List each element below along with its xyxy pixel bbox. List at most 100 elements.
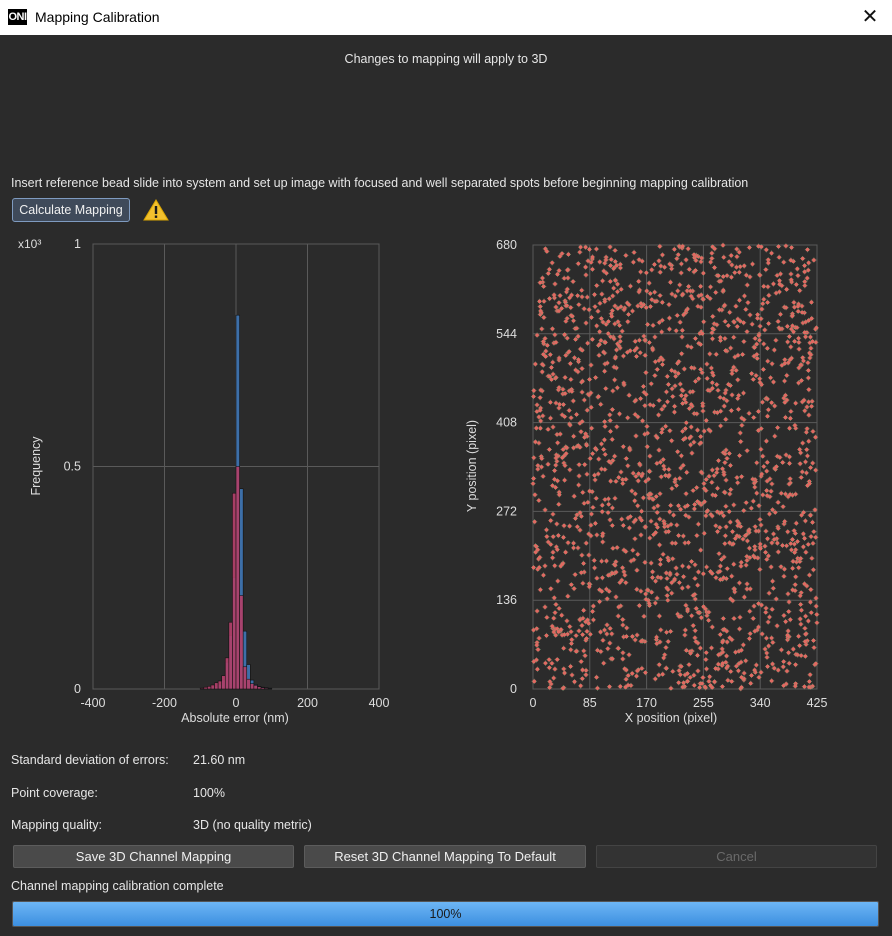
scatter-point	[710, 571, 714, 576]
reset-mapping-button[interactable]: Reset 3D Channel Mapping To Default	[304, 845, 586, 868]
scatter-point	[692, 683, 697, 688]
scatter-point	[655, 461, 659, 466]
scatter-point	[639, 301, 643, 306]
scatter-point	[616, 319, 620, 324]
scatter-point	[679, 453, 684, 458]
scatter-point	[766, 644, 771, 648]
scatter-point	[754, 491, 759, 495]
scatter-point	[570, 673, 574, 677]
scatter-point	[754, 529, 758, 533]
scatter-point	[744, 273, 749, 277]
scatter-point	[613, 563, 617, 568]
scatter-point	[768, 375, 773, 380]
scatter-point	[772, 404, 777, 408]
scatter-point	[569, 629, 573, 634]
scatter-point	[619, 287, 624, 292]
scatter-point	[627, 393, 631, 398]
scatter-point	[735, 247, 739, 251]
scatter-point	[699, 256, 704, 260]
scatter-point	[578, 684, 583, 688]
scatter-point	[763, 647, 767, 651]
calculate-mapping-button[interactable]: Calculate Mapping	[12, 198, 130, 222]
scatter-point	[765, 414, 770, 419]
scatter-point	[617, 412, 622, 416]
scatter-point	[791, 329, 796, 334]
scatter-y-tick-label: 680	[496, 238, 517, 252]
scatter-point	[764, 529, 768, 533]
scatter-point	[616, 475, 621, 480]
scatter-point	[692, 502, 697, 507]
scatter-point	[772, 537, 776, 542]
scatter-point	[730, 529, 735, 534]
scatter-point	[541, 573, 546, 577]
scatter-point	[718, 395, 722, 400]
scatter-point	[802, 263, 807, 268]
histogram-y-tick-label: 1	[74, 237, 81, 251]
scatter-point	[553, 463, 558, 467]
scatter-point	[796, 304, 800, 309]
scatter-point	[657, 358, 661, 363]
scatter-point	[724, 478, 728, 482]
scatter-point	[573, 572, 577, 577]
scatter-point	[589, 533, 593, 538]
histogram-bar	[207, 686, 212, 690]
scatter-point	[677, 668, 681, 673]
scatter-point	[699, 441, 703, 445]
scatter-point	[648, 291, 653, 296]
scatter-point	[799, 608, 804, 612]
scatter-point	[586, 500, 590, 505]
scatter-point	[587, 377, 592, 382]
scatter-point	[777, 255, 781, 260]
scatter-point	[538, 408, 542, 413]
scatter-point	[776, 668, 780, 672]
scatter-point	[809, 404, 814, 409]
histogram-bar	[267, 688, 273, 690]
scatter-point	[814, 604, 818, 608]
scatter-point	[723, 348, 728, 353]
scatter-point	[584, 321, 588, 325]
close-icon[interactable]: ✕	[858, 4, 882, 30]
scatter-point	[810, 399, 814, 404]
scatter-point	[707, 679, 711, 684]
scatter-point	[737, 270, 742, 275]
scatter-point	[737, 627, 742, 631]
scatter-point	[677, 476, 682, 481]
scatter-point	[786, 629, 790, 633]
scatter-point	[728, 520, 733, 524]
scatter-point	[640, 259, 644, 263]
scatter-point	[776, 319, 780, 324]
scatter-point	[605, 361, 610, 365]
scatter-point	[780, 543, 785, 548]
scatter-point	[761, 493, 765, 497]
scatter-point	[641, 496, 646, 500]
scatter-point	[742, 339, 746, 344]
scatter-point	[715, 467, 719, 471]
scatter-point	[613, 496, 617, 501]
scatter-point	[621, 657, 625, 661]
scatter-point	[643, 560, 647, 565]
scatter-point	[667, 316, 672, 320]
scatter-point	[618, 580, 622, 585]
scatter-point	[599, 442, 604, 446]
scatter-point	[670, 292, 674, 296]
scatter-point	[785, 633, 790, 638]
progress-label: 100%	[429, 907, 462, 921]
scatter-point	[722, 472, 726, 477]
scatter-point	[721, 288, 726, 293]
scatter-point	[749, 673, 754, 678]
scatter-point	[683, 633, 687, 637]
scatter-point	[716, 458, 721, 463]
scatter-point	[587, 584, 592, 589]
scatter-point	[701, 271, 706, 275]
scatter-point	[630, 634, 635, 639]
scatter-point	[585, 629, 589, 634]
scatter-point	[639, 639, 643, 644]
scatter-point	[532, 455, 536, 460]
scatter-point	[810, 339, 815, 344]
scatter-point	[692, 440, 696, 444]
save-mapping-button[interactable]: Save 3D Channel Mapping	[13, 845, 294, 868]
scatter-point	[797, 347, 801, 351]
scatter-point	[635, 633, 639, 637]
scatter-point	[802, 398, 806, 403]
scatter-point	[675, 256, 679, 261]
